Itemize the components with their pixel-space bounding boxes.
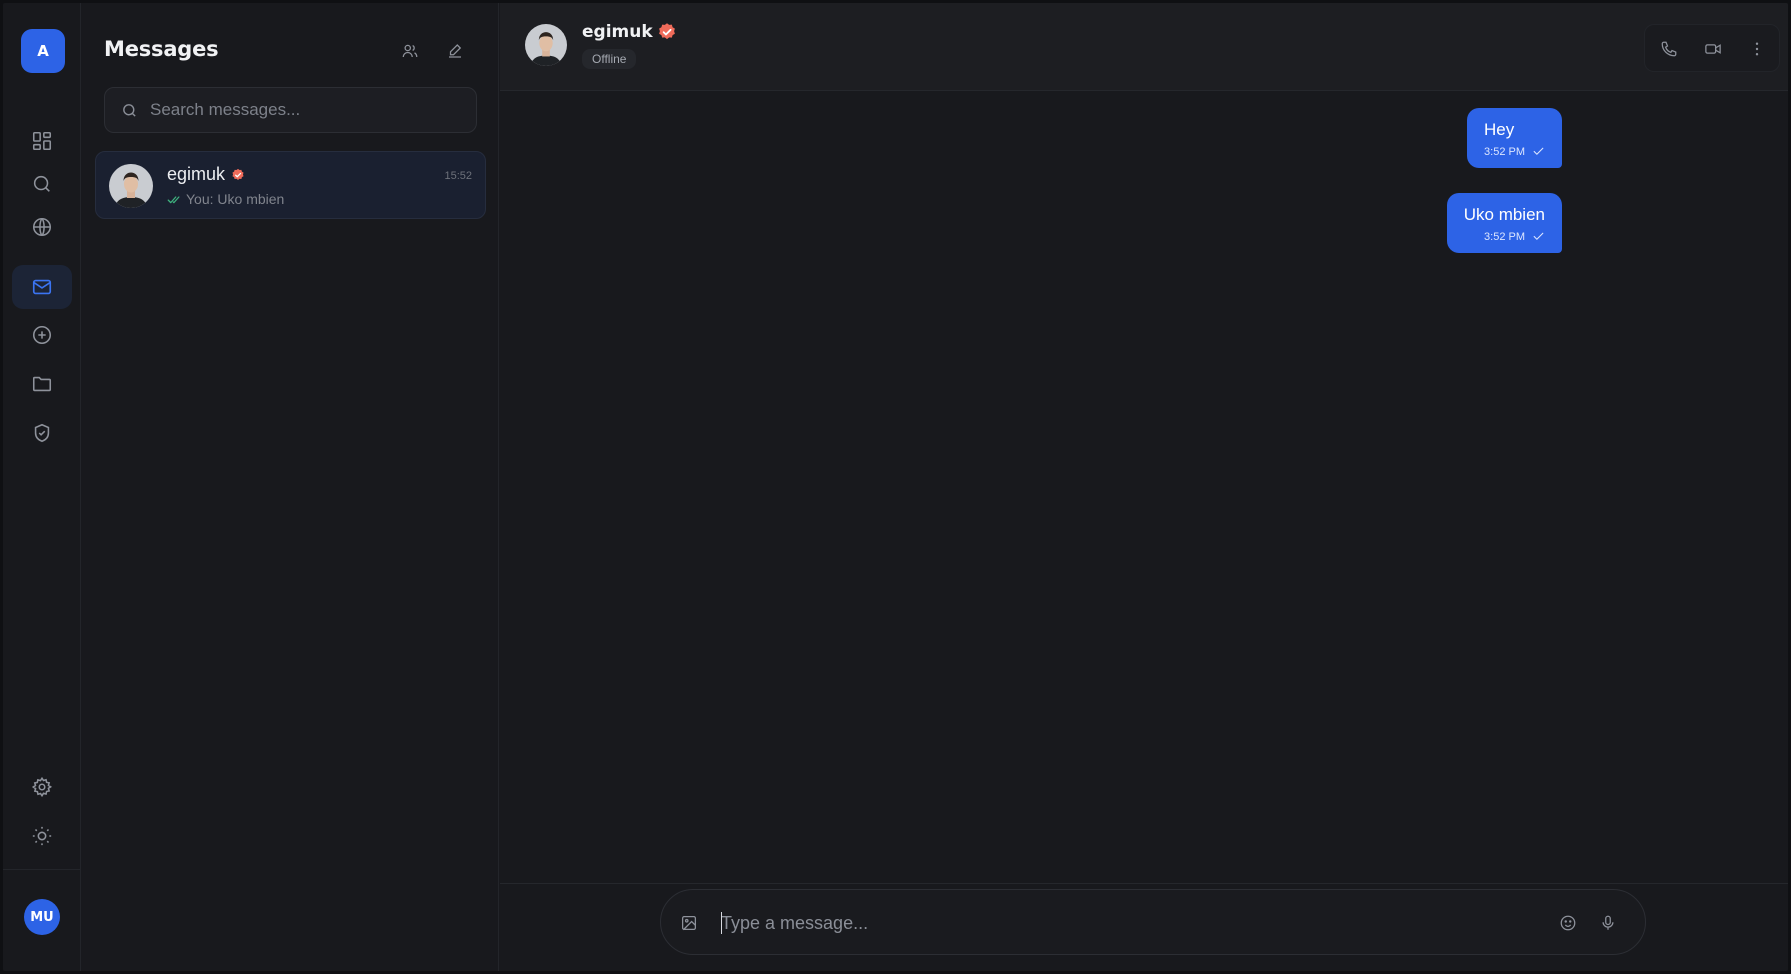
check-icon: [1525, 145, 1545, 158]
contacts-button[interactable]: [394, 35, 426, 67]
video-call-button[interactable]: [1697, 33, 1729, 65]
text-caret: [721, 912, 722, 934]
composer-divider: [500, 883, 1788, 884]
message-meta: 3:52 PM: [1484, 145, 1545, 158]
chat-header: egimuk Offline: [500, 3, 1788, 91]
user-avatar[interactable]: MU: [24, 899, 60, 935]
rail-divider: [3, 869, 81, 870]
verified-badge-icon: [657, 22, 677, 42]
verified-badge-icon: [231, 168, 245, 182]
conversation-preview: You: Uko mbien: [167, 191, 284, 207]
rail-item-messages[interactable]: [12, 265, 72, 309]
status-badge: Offline: [582, 49, 637, 69]
image-icon: [680, 914, 698, 932]
message-text: Hey: [1484, 120, 1515, 139]
settings-gear-icon: [31, 776, 53, 798]
video-camera-icon: [1704, 40, 1722, 58]
nav-rail: A MU: [3, 3, 81, 971]
contact-name: egimuk: [167, 164, 226, 184]
rail-item-security[interactable]: [12, 411, 72, 455]
contact-name: egimuk: [582, 22, 653, 42]
mail-icon: [31, 276, 53, 298]
last-message-text: You: Uko mbien: [186, 191, 285, 207]
message-time: 3:52 PM: [1484, 230, 1525, 243]
message-composer: [660, 889, 1646, 955]
search-input[interactable]: [150, 100, 470, 120]
dashboard-icon: [31, 130, 53, 152]
conversation-time: 15:52: [444, 170, 472, 182]
check-icon: [1525, 230, 1545, 243]
emoji-button[interactable]: [1552, 907, 1584, 939]
rail-item-create[interactable]: [12, 313, 72, 357]
folder-icon: [31, 373, 53, 395]
contact-avatar: [109, 164, 153, 208]
sun-icon: [31, 825, 53, 847]
message-input[interactable]: [721, 908, 1541, 938]
edit-pen-icon: [446, 42, 464, 60]
attach-image-button[interactable]: [673, 907, 705, 939]
search-field[interactable]: [104, 87, 477, 133]
rail-item-files[interactable]: [12, 362, 72, 406]
message-time: 3:52 PM: [1484, 145, 1525, 158]
message-bubble[interactable]: Hey 3:52 PM: [1467, 108, 1562, 168]
shield-check-icon: [31, 422, 53, 444]
app-window: A MU Messages Search messages... egimuk …: [3, 3, 1788, 971]
chat-contact-name: egimuk: [582, 22, 677, 42]
rail-item-dashboard[interactable]: [12, 119, 72, 163]
page-title: Messages: [104, 37, 219, 61]
new-message-button[interactable]: [439, 35, 471, 67]
brand-logo[interactable]: A: [21, 29, 65, 73]
more-options-button[interactable]: [1741, 33, 1773, 65]
phone-icon: [1660, 40, 1678, 58]
search-icon: [31, 173, 53, 195]
voice-call-button[interactable]: [1653, 33, 1685, 65]
users-icon: [401, 42, 419, 60]
smiley-icon: [1559, 914, 1577, 932]
contact-avatar[interactable]: [525, 24, 567, 66]
voice-message-button[interactable]: [1592, 907, 1624, 939]
conversation-item[interactable]: egimuk 15:52 You: Uko mbien: [95, 151, 486, 219]
more-vertical-icon: [1748, 40, 1766, 58]
double-check-icon: [167, 192, 186, 207]
rail-item-explore[interactable]: [12, 205, 72, 249]
message-meta: 3:52 PM: [1464, 230, 1545, 243]
rail-item-theme[interactable]: [12, 814, 72, 858]
message-text: Uko mbien: [1463, 205, 1545, 224]
rail-item-settings[interactable]: [12, 765, 72, 809]
globe-icon: [31, 216, 53, 238]
microphone-icon: [1599, 914, 1617, 932]
plus-circle-icon: [31, 324, 53, 346]
search-icon: [121, 102, 138, 119]
call-actions: [1644, 24, 1780, 72]
chat-pane: egimuk Offline Hey 3:52 PM Uko mbien 3:5…: [500, 3, 1788, 971]
conversation-sidebar: Messages Search messages... egimuk 15:52…: [81, 3, 499, 971]
conversation-name: egimuk: [167, 164, 245, 185]
message-bubble[interactable]: Uko mbien 3:52 PM: [1446, 193, 1562, 253]
rail-item-search[interactable]: [12, 162, 72, 206]
